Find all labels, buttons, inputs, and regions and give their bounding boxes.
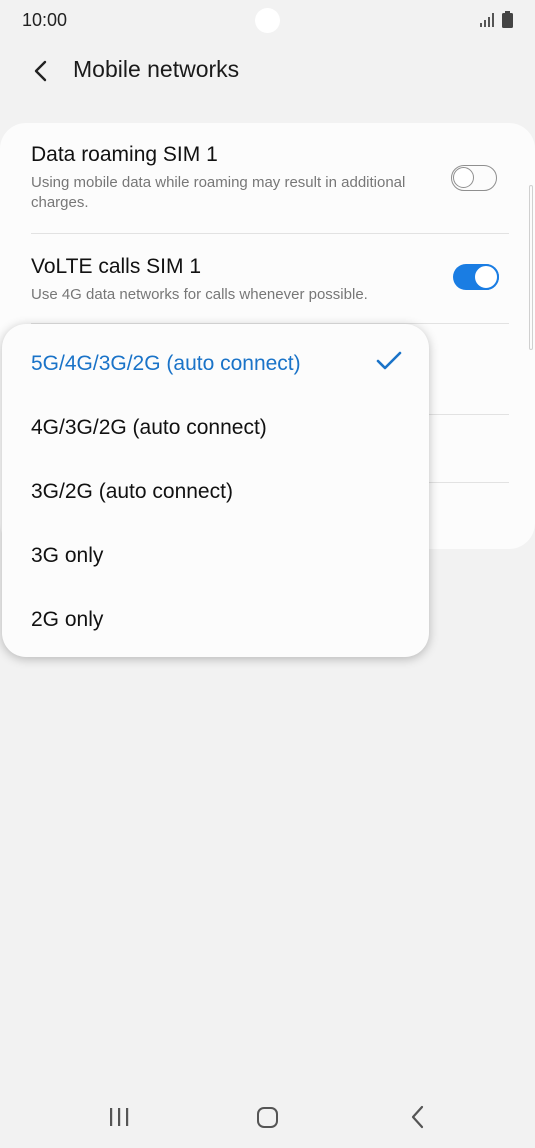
menu-option-3g-2g[interactable]: 3G/2G (auto connect) (31, 480, 233, 504)
menu-option-2g-only[interactable]: 2G only (31, 608, 103, 632)
status-bar: 10:00 (0, 0, 535, 42)
signal-icon (480, 13, 494, 27)
network-mode-menu: 5G/4G/3G/2G (auto connect) 4G/3G/2G (aut… (2, 324, 429, 657)
menu-option-3g-only[interactable]: 3G only (31, 544, 103, 568)
nav-back-icon[interactable] (408, 1105, 428, 1129)
setting-volte-calls[interactable]: VoLTE calls SIM 1 Use 4G data networks f… (31, 255, 509, 305)
setting-subtitle: Using mobile data while roaming may resu… (31, 174, 406, 211)
check-icon (376, 351, 402, 370)
home-icon[interactable] (257, 1107, 278, 1128)
menu-option-5g-4g-3g-2g[interactable]: 5G/4G/3G/2G (auto connect) (31, 352, 301, 376)
scrollbar[interactable] (529, 185, 533, 350)
toggle-knob (453, 167, 474, 188)
menu-option-4g-3g-2g[interactable]: 4G/3G/2G (auto connect) (31, 416, 267, 440)
back-arrow-icon (34, 60, 47, 82)
camera-cutout (255, 8, 280, 33)
back-button[interactable] (24, 54, 58, 88)
setting-subtitle: Use 4G data networks for calls whenever … (31, 286, 368, 303)
header: Mobile networks (0, 42, 535, 102)
recents-icon[interactable] (108, 1107, 130, 1127)
screen: 10:00 Mobile networks Data roaming SIM 1… (0, 0, 535, 1148)
toggle-knob (473, 264, 499, 290)
battery-icon (502, 11, 513, 28)
page-title: Mobile networks (73, 56, 240, 82)
setting-title: Data roaming SIM 1 (31, 143, 218, 166)
navigation-bar (0, 1085, 535, 1148)
volte-toggle[interactable] (453, 264, 499, 290)
setting-title: VoLTE calls SIM 1 (31, 255, 202, 278)
setting-data-roaming[interactable]: Data roaming SIM 1 Using mobile data whi… (31, 143, 509, 213)
data-roaming-toggle[interactable] (451, 165, 497, 191)
divider (31, 233, 509, 234)
status-time: 10:00 (22, 10, 68, 30)
